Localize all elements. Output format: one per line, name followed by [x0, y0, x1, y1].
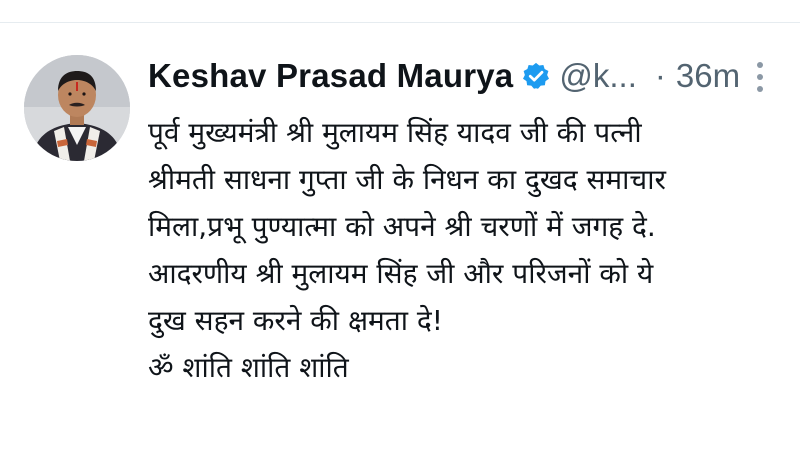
author-name[interactable]: Keshav Prasad Maurya	[148, 57, 513, 95]
tweet-text-line: दुख सहन करने की क्षमता दे!	[148, 304, 443, 337]
tweet-text-line: पूर्व मुख्यमंत्री श्री मुलायम सिंह यादव …	[148, 116, 642, 149]
tweet-timestamp[interactable]: 36m	[676, 57, 744, 95]
tweet-text-line: मिला,प्रभू पुण्यात्मा को अपने श्री चरणों…	[148, 210, 656, 243]
tweet-text-line: आदरणीय श्री मुलायम सिंह जी और परिजनों को…	[148, 257, 654, 290]
tweet-header: Keshav Prasad Maurya @k... · 36m	[148, 53, 773, 99]
author-handle[interactable]: @k...	[559, 57, 637, 95]
more-options-icon[interactable]	[748, 57, 772, 97]
tweet-text: पूर्व मुख्यमंत्री श्री मुलायम सिंह यादव …	[148, 109, 788, 391]
tweet-text-line: ॐ शांति शांति शांति	[148, 351, 349, 384]
verified-badge-icon	[521, 61, 551, 91]
avatar[interactable]	[24, 55, 130, 161]
profile-photo	[24, 55, 130, 161]
tweet-text-line: श्रीमती साधना गुप्ता जी के निधन का दुखद …	[148, 163, 666, 196]
tweet[interactable]: Keshav Prasad Maurya @k... · 36m पूर्व म…	[0, 23, 800, 450]
header-separator: ·	[654, 57, 666, 94]
